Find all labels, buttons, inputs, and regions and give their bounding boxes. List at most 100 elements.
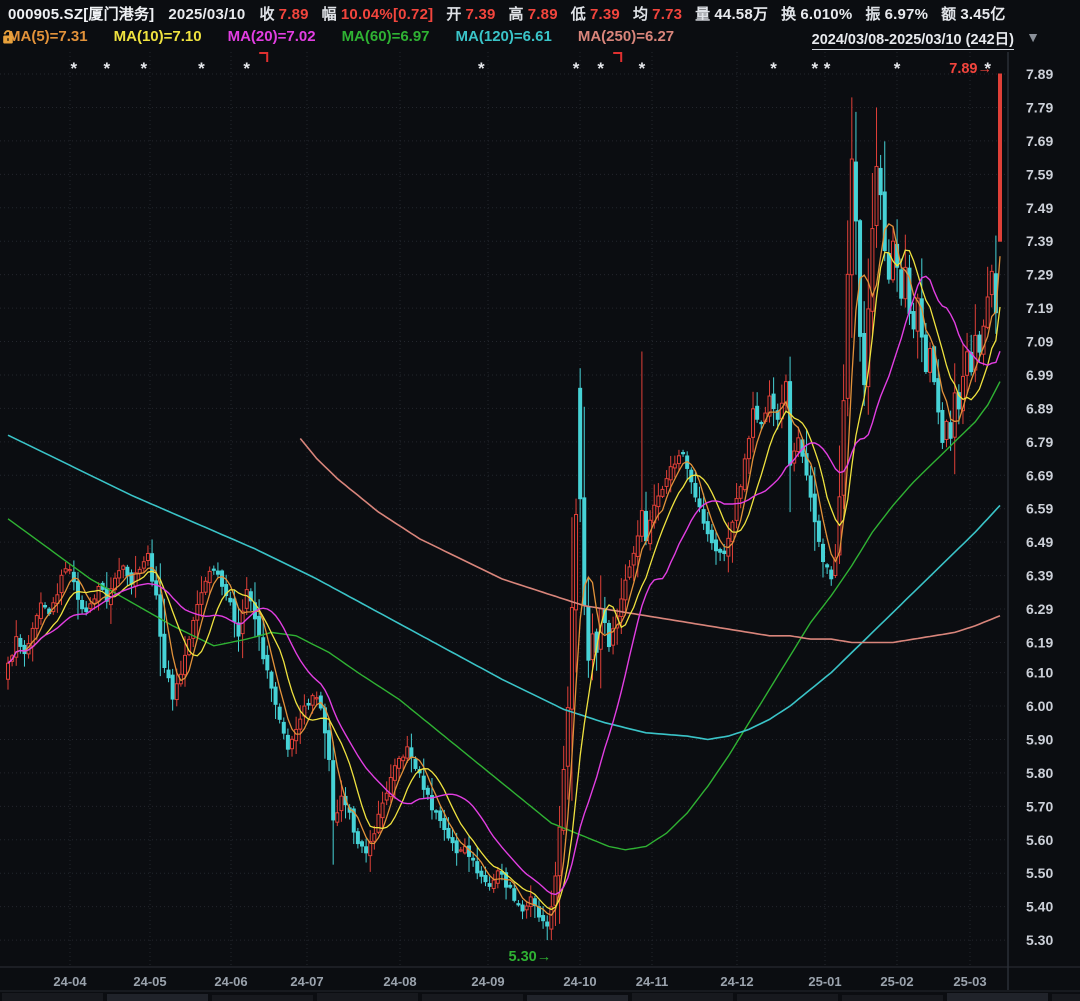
candle <box>966 333 969 395</box>
candle <box>72 560 75 590</box>
asterisk-marker: * <box>573 59 580 78</box>
candle <box>241 599 244 658</box>
candle <box>677 450 680 471</box>
svg-text:6.10: 6.10 <box>1026 665 1053 681</box>
candle <box>817 515 820 547</box>
candle <box>253 582 256 637</box>
candle <box>274 682 277 719</box>
ma-legend-item[interactable]: MA(10)=7.10 <box>114 28 202 45</box>
candle <box>665 470 668 494</box>
candle <box>109 577 112 624</box>
candle <box>640 352 643 542</box>
svg-text:6.69: 6.69 <box>1026 467 1053 483</box>
candle <box>377 801 380 834</box>
svg-text:7.39: 7.39 <box>1026 233 1053 249</box>
candle <box>854 112 857 275</box>
svg-text:6.00: 6.00 <box>1026 698 1053 714</box>
y-axis-labels: 7.897.797.697.597.497.397.297.197.096.99… <box>1026 66 1053 948</box>
quote-field: 收7.89 <box>259 6 308 23</box>
candle <box>628 560 631 580</box>
candle <box>682 450 685 457</box>
svg-text:7.49: 7.49 <box>1026 200 1053 216</box>
candle <box>645 492 648 545</box>
candle <box>360 840 363 853</box>
candle <box>295 717 298 754</box>
quote-field: 低7.39 <box>571 6 620 23</box>
candle <box>56 583 59 613</box>
chevron-down-icon[interactable]: ▼ <box>1026 29 1040 45</box>
asterisk-marker: * <box>597 59 604 78</box>
svg-text:24-07: 24-07 <box>290 974 323 989</box>
candle <box>468 835 471 872</box>
candle <box>229 592 232 606</box>
candle <box>673 456 676 478</box>
candle <box>719 548 722 561</box>
candle <box>488 876 491 890</box>
candle <box>566 686 569 799</box>
candle <box>23 640 26 667</box>
quote-field: 量44.58万 <box>695 6 768 23</box>
quote-field: 换6.010% <box>781 6 852 23</box>
candle <box>941 402 944 449</box>
candle <box>167 660 170 682</box>
asterisk-marker: * <box>71 59 78 78</box>
svg-text:6.19: 6.19 <box>1026 634 1053 650</box>
candle <box>336 800 339 826</box>
ma-legend-item[interactable]: MA(5)=7.31 <box>8 28 88 45</box>
candle <box>282 717 285 739</box>
candle <box>809 466 812 512</box>
svg-text:7.19: 7.19 <box>1026 300 1053 316</box>
candle <box>373 826 376 850</box>
svg-text:6.79: 6.79 <box>1026 434 1053 450</box>
date-range-selector[interactable]: 2024/03/08-2025/03/10 (242日) <box>812 28 1014 49</box>
candle <box>756 392 759 423</box>
candle <box>747 436 750 474</box>
candle <box>130 569 133 594</box>
svg-text:6.99: 6.99 <box>1026 367 1053 383</box>
kline-chart[interactable]: 7.897.797.697.597.497.397.297.197.096.99… <box>0 0 1080 1001</box>
candle <box>52 597 55 615</box>
candle <box>517 900 520 907</box>
candle <box>406 736 409 763</box>
candle <box>826 563 829 574</box>
ma-legend-item[interactable]: MA(20)=7.02 <box>228 28 316 45</box>
unlock-icon[interactable] <box>0 29 16 45</box>
candle <box>188 636 191 656</box>
candle <box>710 524 713 550</box>
svg-text:7.59: 7.59 <box>1026 166 1053 182</box>
candle <box>369 830 372 872</box>
quote-header: 000905.SZ[厦门港务]2025/03/10收7.89幅10.04%[0.… <box>8 3 1019 23</box>
svg-text:24-12: 24-12 <box>720 974 753 989</box>
asterisk-marker: * <box>894 59 901 78</box>
candle <box>850 97 853 338</box>
candle <box>204 577 207 595</box>
candle <box>768 380 771 422</box>
asterisk-marker: * <box>141 59 148 78</box>
quote-date: 2025/03/10 <box>168 6 245 23</box>
candle <box>830 566 833 586</box>
candle <box>714 531 717 565</box>
candle <box>537 900 540 922</box>
candle <box>612 617 615 655</box>
date-range-label[interactable]: 2024/03/08-2025/03/10 (242日) <box>812 32 1014 50</box>
ma-lines <box>8 224 1000 915</box>
ma-legend-item[interactable]: MA(120)=6.61 <box>456 28 552 45</box>
svg-text:7.79: 7.79 <box>1026 99 1053 115</box>
candle <box>385 781 388 805</box>
low-price-annotation: 5.30→ <box>508 949 551 965</box>
candle <box>896 219 899 292</box>
ma-legend-item[interactable]: MA(250)=6.27 <box>578 28 674 45</box>
candle <box>533 896 536 918</box>
svg-text:24-09: 24-09 <box>471 974 504 989</box>
asterisk-marker: * <box>639 59 646 78</box>
candle <box>772 377 775 426</box>
candle <box>690 467 693 494</box>
svg-text:24-08: 24-08 <box>383 974 416 989</box>
candle <box>122 565 125 579</box>
candle <box>303 694 306 724</box>
candle <box>179 661 182 687</box>
candle <box>661 486 664 498</box>
candle <box>146 545 149 565</box>
svg-text:6.39: 6.39 <box>1026 568 1053 584</box>
ma-legend-item[interactable]: MA(60)=6.97 <box>342 28 430 45</box>
